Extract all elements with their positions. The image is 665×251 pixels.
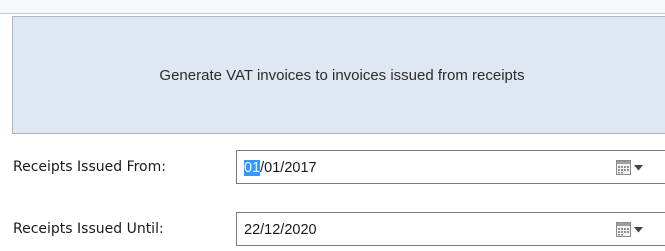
- receipts-from-date-input[interactable]: 01/01/2017: [236, 150, 665, 184]
- chevron-down-icon: [634, 227, 643, 233]
- description-banner: Generate VAT invoices to invoices issued…: [12, 16, 665, 134]
- receipts-until-row: Receipts Issued Until: 22/12/2020: [0, 212, 665, 246]
- receipts-from-date-value: 01/01/2017: [244, 160, 317, 176]
- calendar-icon: [616, 160, 631, 175]
- chevron-down-icon: [634, 165, 643, 171]
- receipts-from-label: Receipts Issued From:: [13, 159, 166, 175]
- calendar-icon: [616, 222, 631, 237]
- top-strip: [0, 0, 665, 14]
- receipts-from-calendar-button[interactable]: [615, 159, 645, 177]
- date-rest-segment: /01/2017: [260, 160, 317, 176]
- banner-text: Generate VAT invoices to invoices issued…: [159, 66, 525, 84]
- receipts-until-date-value: 22/12/2020: [244, 222, 317, 238]
- receipts-until-calendar-button[interactable]: [615, 221, 645, 239]
- receipts-until-date-input[interactable]: 22/12/2020: [236, 212, 665, 246]
- selected-day-segment: 01: [244, 160, 261, 176]
- receipts-until-label: Receipts Issued Until:: [13, 221, 164, 237]
- receipts-from-row: Receipts Issued From: 01/01/2017: [0, 150, 665, 184]
